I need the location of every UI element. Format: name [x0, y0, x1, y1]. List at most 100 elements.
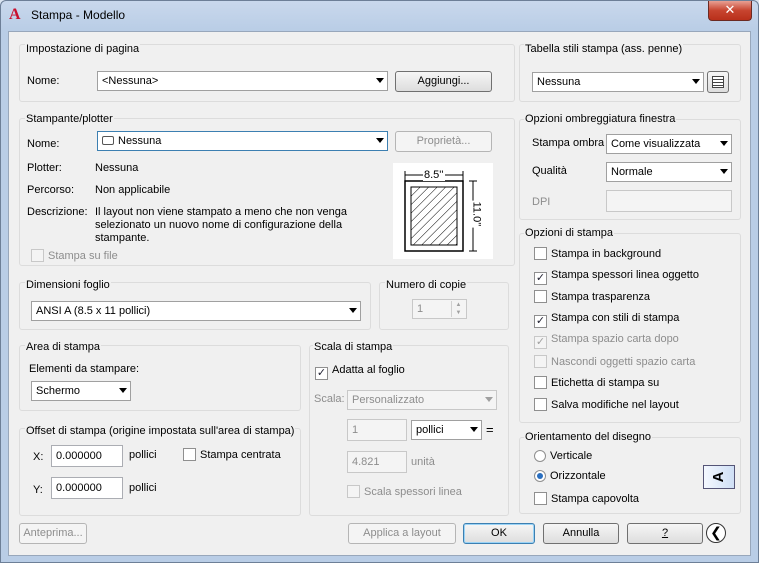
landscape-radio[interactable]: Orizzontale — [534, 470, 606, 486]
center-plot-checkbox[interactable]: Stampa centrata — [183, 448, 281, 464]
offset-x-input[interactable]: 0.000000 — [51, 445, 123, 467]
chevron-down-icon — [692, 79, 700, 84]
portrait-radio[interactable]: Verticale — [534, 450, 592, 466]
orientation-group-label: Orientamento del disegno — [524, 431, 652, 443]
spin-down-icon: ▼ — [455, 310, 462, 316]
print-to-file-checkbox[interactable]: Stampa su file — [31, 249, 118, 265]
chevron-down-icon — [720, 141, 728, 146]
chevron-down-icon — [470, 427, 478, 432]
plot-scale-group-label: Scala di stampa — [313, 341, 394, 353]
checkbox-box — [534, 290, 547, 303]
scale-value: Personalizzato — [352, 394, 425, 406]
offset-x-label: X: — [33, 451, 44, 463]
what-to-plot-label: Elementi da stampare: — [29, 363, 140, 375]
collapse-options-icon[interactable]: ❮ — [706, 523, 726, 543]
plot-style-table-select[interactable]: Nessuna — [532, 72, 704, 92]
scale-label: Scala: — [314, 393, 345, 405]
scale-select[interactable]: Personalizzato — [347, 390, 497, 410]
offset-y-unit: pollici — [129, 482, 157, 494]
plot-option-checkbox[interactable]: Salva modifiche nel layout — [534, 397, 679, 414]
plot-area-group-label: Area di stampa — [25, 341, 101, 353]
plot-option-checkbox[interactable]: ✓ Stampa con stili di stampa — [534, 312, 679, 328]
copies-group-label: Numero di copie — [385, 279, 468, 291]
dpi-input[interactable] — [606, 190, 732, 212]
checkmark-icon: ✓ — [534, 271, 547, 285]
printer-name-label: Nome: — [27, 138, 60, 150]
spinner-buttons[interactable]: ▲ ▼ — [451, 301, 465, 317]
plot-option-label: Stampa spessori linea oggetto — [551, 268, 699, 281]
portrait-label: Verticale — [550, 450, 593, 462]
paper-size-select[interactable]: ANSI A (8.5 x 11 pollici) — [31, 301, 361, 321]
offset-y-label: Y: — [33, 484, 43, 496]
edit-plot-style-button[interactable] — [707, 71, 729, 93]
chevron-down-icon — [720, 169, 728, 174]
checkbox-box — [534, 354, 547, 368]
paper-size-group-label: Dimensioni foglio — [25, 279, 111, 291]
printer-name-select[interactable]: Nessuna — [97, 131, 388, 151]
chevron-down-icon — [349, 308, 357, 313]
preview-height-label: 11.0'' — [470, 200, 483, 228]
paper-preview: 8.5'' 11.0'' — [393, 163, 493, 259]
dpi-label: DPI — [532, 196, 551, 208]
checkmark-icon: ✓ — [534, 314, 547, 328]
plot-option-checkbox[interactable]: Stampa in background — [534, 247, 661, 263]
printer-properties-button[interactable]: Proprietà... — [395, 131, 492, 152]
offset-y-input[interactable]: 0.000000 — [51, 477, 123, 499]
checkbox-box — [534, 492, 547, 505]
radio-dot-selected — [534, 470, 546, 482]
ok-button[interactable]: OK — [463, 523, 535, 544]
plot-option-checkbox[interactable]: Nascondi oggetti spazio carta — [534, 354, 695, 371]
checkmark-icon: ✓ — [534, 336, 547, 349]
upside-down-checkbox[interactable]: Stampa capovolta — [534, 492, 639, 508]
printer-name-value: Nessuna — [118, 135, 162, 147]
description-label: Descrizione: — [27, 206, 88, 218]
description-line-3: stampante. — [95, 232, 150, 244]
close-button[interactable]: ✕ — [708, 1, 752, 21]
plot-option-label: Stampa trasparenza — [551, 291, 651, 303]
path-label: Percorso: — [27, 184, 75, 196]
plot-area-group — [19, 345, 301, 411]
add-page-setup-button[interactable]: Aggiungi... — [395, 71, 492, 92]
plotter-value: Nessuna — [95, 162, 139, 174]
chevron-down-icon — [376, 138, 384, 143]
scale-inches-input[interactable]: 1 — [347, 419, 407, 441]
plot-option-checkbox[interactable]: ✓ Stampa spazio carta dopo — [534, 333, 679, 349]
print-dialog-window: A Stampa - Modello ✕ Impostazione di pag… — [0, 0, 759, 563]
plot-option-checkbox[interactable]: Etichetta di stampa su — [534, 376, 659, 392]
fit-to-paper-checkbox[interactable]: ✓ Adatta al foglio — [315, 364, 405, 380]
orientation-page-icon: A — [703, 465, 735, 489]
description-line-2: selezionato un nuovo nome di configurazi… — [95, 219, 343, 231]
edit-table-icon — [712, 76, 724, 88]
page-setup-name-value: <Nessuna> — [102, 75, 159, 87]
shade-plot-value: Come visualizzata — [611, 138, 701, 150]
plot-option-checkbox[interactable]: ✓ Stampa spessori linea oggetto — [534, 269, 699, 285]
quality-select[interactable]: Normale — [606, 162, 732, 182]
what-to-plot-value: Schermo — [36, 385, 81, 397]
scale-units-input[interactable]: 4.821 — [347, 451, 407, 473]
print-to-file-label: Stampa su file — [48, 250, 118, 262]
autocad-logo-icon: A — [9, 6, 21, 23]
help-button[interactable]: ? — [627, 523, 703, 544]
preview-button[interactable]: Anteprima... — [19, 523, 87, 544]
quality-label: Qualità — [532, 165, 567, 177]
scale-unit-select[interactable]: pollici — [411, 420, 482, 440]
copies-value: 1 — [417, 303, 424, 315]
center-plot-label: Stampa centrata — [200, 449, 281, 461]
checkbox-box — [183, 448, 196, 461]
chevron-down-icon — [119, 388, 127, 393]
shade-plot-select[interactable]: Come visualizzata — [606, 134, 732, 154]
checkbox-box — [534, 376, 547, 389]
what-to-plot-select[interactable]: Schermo — [31, 381, 131, 401]
scale-lineweights-checkbox[interactable]: Scala spessori linea — [347, 485, 462, 501]
checkbox-box — [534, 247, 547, 260]
cancel-button[interactable]: Annulla — [543, 523, 619, 544]
page-setup-name-select[interactable]: <Nessuna> — [97, 71, 388, 91]
scale-unit-value: pollici — [416, 424, 444, 436]
apply-to-layout-button[interactable]: Applica a layout — [348, 523, 456, 544]
plot-option-label: Stampa con stili di stampa — [551, 311, 680, 324]
description-line-1: Il layout non viene stampato a meno che … — [95, 206, 347, 218]
shade-plot-label: Stampa ombra — [532, 137, 605, 149]
plot-style-table-group-label: Tabella stili stampa (ass. penne) — [524, 43, 684, 55]
copies-spinner[interactable]: 1 ▲ ▼ — [412, 299, 467, 319]
plot-option-checkbox[interactable]: Stampa trasparenza — [534, 290, 650, 306]
